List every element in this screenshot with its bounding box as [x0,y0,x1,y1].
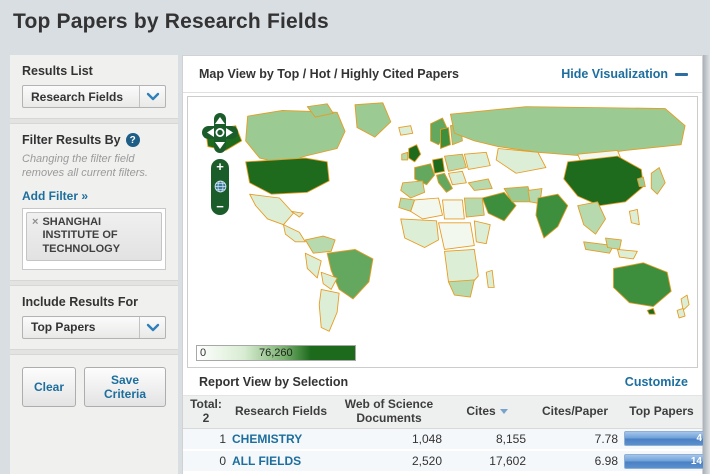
row-field: CHEMISTRY [229,427,333,452]
filter-note: Changing the filter field removes all cu… [22,153,148,180]
row-top-papers-bar-cell: 14 [621,449,706,474]
choropleth-map[interactable] [188,99,697,337]
row-documents: 2,520 [333,449,445,474]
sort-desc-icon [499,409,508,415]
filter-tag-label: SHANGHAI INSTITUTE OF TECHNOLOGY [42,215,121,256]
chevron-down-icon[interactable] [139,316,165,338]
results-list-dropdown[interactable]: Research Fields [22,85,166,108]
remove-filter-icon[interactable]: × [32,216,38,229]
row-cites-per-paper: 7.78 [529,427,621,452]
row-cites: 17,602 [445,449,529,474]
col-cites-per-paper: Cites/Paper [529,396,621,429]
sidebar: Results List Research Fields Filter Resu… [10,55,178,474]
legend-max-value: 76,260 [259,347,293,359]
help-icon[interactable]: ? [125,133,140,147]
main-panel: Map View by Top / Hot / Highly Cited Pap… [182,55,706,474]
include-results-dropdown[interactable]: Top Papers [22,315,166,339]
row-cites-per-paper: 6.98 [529,449,621,474]
scrollbar-track[interactable] [703,55,710,474]
map-color-scale: 0 76,260 [196,345,356,361]
table-row[interactable]: 0 ALL FIELDS 2,520 17,602 6.98 14 [183,449,706,474]
col-top-papers: Top Papers [621,396,702,429]
filter-results-label: Filter Results By [22,133,121,147]
top-papers-bar[interactable]: 4 [624,431,706,447]
top-papers-value: 4 [696,433,702,445]
page: Top Papers by Research Fields Results Li… [0,0,710,474]
map-pan-control[interactable] [202,113,238,153]
page-title: Top Papers by Research Fields [13,10,329,33]
top-papers-bar[interactable]: 14 [624,453,706,469]
results-list-selected: Research Fields [31,89,124,104]
report-header: Report View by Selection Customize [183,368,702,396]
row-cites: 8,155 [445,427,529,452]
map-header: Map View by Top / Hot / Highly Cited Pap… [183,56,702,93]
map-view-title: Map View by Top / Hot / Highly Cited Pap… [199,67,459,81]
table-header-row: Total: 2 Research Fields Web of Science … [183,396,702,429]
add-filter-link[interactable]: Add Filter » [22,189,88,203]
zoom-out-icon[interactable]: − [216,200,224,213]
include-results-label: Include Results For [22,294,138,309]
results-list-label: Results List [22,64,93,78]
table-row[interactable]: 1 CHEMISTRY 1,048 8,155 7.78 4 [183,427,706,452]
col-wos-documents: Web of Science Documents [333,396,445,429]
save-criteria-button[interactable]: Save Criteria [84,366,166,407]
hide-visualization-link[interactable]: Hide Visualization [561,67,688,81]
minus-icon [675,72,688,76]
filter-box: × SHANGHAI INSTITUTE OF TECHNOLOGY [22,207,166,270]
chevron-down-icon[interactable] [139,86,165,107]
filter-section: Filter Results By ? Changing the filter … [10,124,178,280]
col-research-fields: Research Fields [229,396,333,429]
globe-icon[interactable] [214,180,227,193]
customize-link[interactable]: Customize [625,375,688,389]
zoom-in-icon[interactable]: + [216,160,224,173]
clear-button[interactable]: Clear [22,366,77,407]
field-link-chemistry[interactable]: CHEMISTRY [232,432,302,446]
row-top-papers-bar-cell: 4 [621,427,706,452]
field-link-all-fields[interactable]: ALL FIELDS [232,454,301,468]
world-map[interactable]: + − 0 76,260 [187,96,698,368]
legend-min-value: 0 [200,347,207,359]
criteria-buttons: Clear Save Criteria [10,355,178,417]
row-documents: 1,048 [333,427,445,452]
col-cites-sort[interactable]: Cites [445,396,529,429]
report-table: Total: 2 Research Fields Web of Science … [183,396,706,474]
row-rank: 1 [183,427,229,452]
top-papers-value: 14 [690,455,702,467]
pan-arrows-icon [202,113,238,153]
map-zoom-control[interactable]: + − [211,159,229,215]
total-header: Total: 2 [183,396,229,429]
results-list-section: Results List Research Fields [10,55,178,118]
report-view-title: Report View by Selection [199,374,349,389]
row-field: ALL FIELDS [229,449,333,474]
page-header: Top Papers by Research Fields [0,0,710,55]
hide-visualization-label: Hide Visualization [561,67,668,81]
filter-tag[interactable]: × SHANGHAI INSTITUTE OF TECHNOLOGY [26,211,162,261]
include-results-selected: Top Papers [31,320,96,335]
row-rank: 0 [183,449,229,474]
include-results-section: Include Results For Top Papers [10,286,178,349]
